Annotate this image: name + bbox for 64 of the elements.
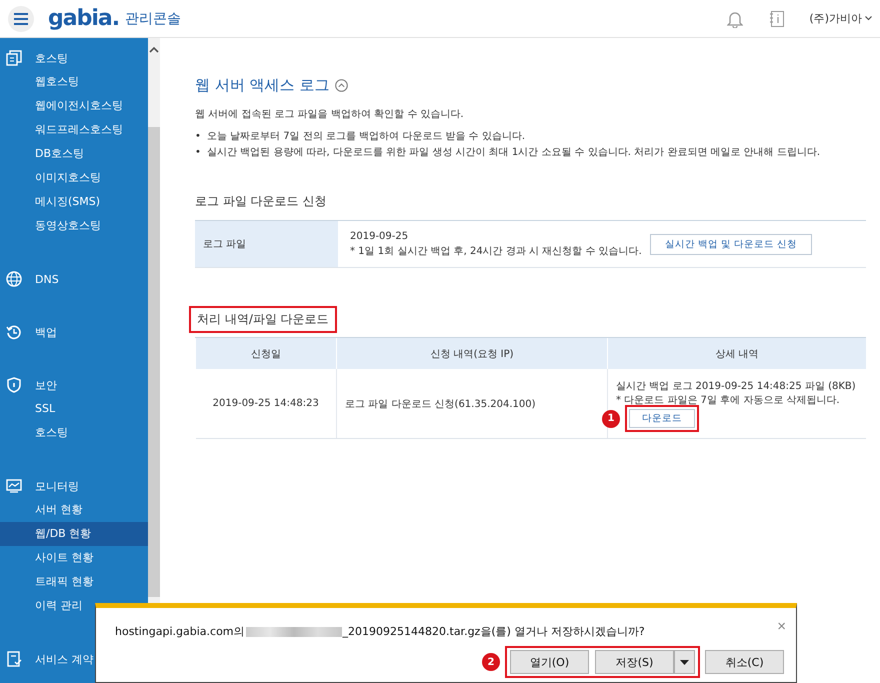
save-button[interactable]: 저장(S) <box>595 650 674 674</box>
caret-icon <box>680 660 689 664</box>
server-icon <box>6 50 22 66</box>
bullet-note: 오늘 날짜로부터 7일 전의 로그를 백업하여 다운로드 받을 수 있습니다. <box>206 130 526 144</box>
section-title: 처리 내역/파일 다운로드 <box>189 306 337 333</box>
chevron-down-icon <box>865 16 872 21</box>
page-title: 웹 서버 액세스 로그 <box>195 76 330 95</box>
sidebar-item[interactable]: 메시징(SMS) <box>0 190 148 214</box>
sidebar-group-title[interactable]: 서비스 계약 <box>35 652 94 666</box>
collapse-icon[interactable] <box>335 79 348 92</box>
sidebar-item[interactable]: SSL <box>0 397 148 421</box>
step-marker: 2 <box>482 653 500 671</box>
dialog-button[interactable]: 열기(O) <box>510 650 589 674</box>
dropdown-button[interactable] <box>674 650 695 674</box>
sidebar-item[interactable]: 웹호스팅 <box>0 70 148 94</box>
chevron-up-icon <box>149 46 159 53</box>
menu-icon <box>14 12 28 24</box>
backup-request-button[interactable]: 실시간 백업 및 다운로드 신청 <box>650 234 812 254</box>
document-icon <box>6 651 22 667</box>
request-date: 2019-09-25 <box>350 230 410 242</box>
sidebar-group-title[interactable]: 모니터링 <box>35 478 79 494</box>
sidebar-item[interactable]: 이미지호스팅 <box>0 166 148 190</box>
dialog-message: hostingapi.gabia.com의 <box>115 624 245 639</box>
sidebar-group-title[interactable]: DNS <box>35 272 59 286</box>
bell-icon[interactable] <box>727 10 744 28</box>
column-header: 신청일 <box>196 338 336 369</box>
detail-text: 실시간 백업 로그 2019-09-25 14:48:25 파일 (8KB) <box>616 380 857 394</box>
sidebar-group-title[interactable]: 백업 <box>35 324 57 340</box>
sidebar-item[interactable]: 사이트 현황 <box>0 546 148 570</box>
sidebar-item[interactable]: DB호스팅 <box>0 142 148 166</box>
dialog-message: _20190925144820.tar.gz을(를) 열거나 저장하시겠습니까? <box>342 624 645 639</box>
note-text: * 1일 1회 실시간 백업 후, 24시간 경과 시 재신청할 수 있습니다. <box>350 244 642 258</box>
sidebar-item[interactable]: 워드프레스호스팅 <box>0 118 148 142</box>
download-button[interactable]: 다운로드 <box>629 409 695 428</box>
info-book-icon[interactable] <box>769 10 786 28</box>
shield-icon <box>6 377 22 393</box>
sidebar-group-title[interactable]: 호스팅 <box>35 50 68 66</box>
history-icon <box>6 324 22 340</box>
menu-button[interactable] <box>8 6 34 32</box>
sidebar-item[interactable]: 트래픽 현황 <box>0 570 148 594</box>
globe-icon <box>6 271 22 287</box>
description: 웹 서버에 접속된 로그 파일을 백업하여 확인할 수 있습니다. <box>195 108 465 121</box>
sidebar-group-title[interactable]: 보안 <box>35 378 57 392</box>
account-menu[interactable]: (주)가비아 <box>801 11 872 26</box>
detail-note: * 다운로드 파일은 7일 후에 자동으로 삭제됩니다. <box>616 394 841 408</box>
bullet-note: 실시간 백업된 용량에 따라, 다운로드를 위한 파일 생성 시간이 최대 1시간 소요될 수 있습니다. 처리가 완료되면 메일로 안내해 드립니다. <box>206 146 820 160</box>
sidebar-item[interactable]: 서버 현황 <box>0 498 148 522</box>
section-title: 로그 파일 다운로드 신청 <box>195 193 328 210</box>
step-marker: 1 <box>602 410 620 428</box>
bullet: • <box>195 146 201 160</box>
sidebar-item[interactable]: 동영상호스팅 <box>0 214 148 238</box>
sidebar-item[interactable]: 웹에이전시호스팅 <box>0 94 148 118</box>
app-title: 관리콘솔 <box>125 10 182 28</box>
logo[interactable]: gabia. <box>48 6 120 31</box>
column-header: 상세 내역 <box>608 338 866 369</box>
close-button[interactable]: × <box>777 618 786 635</box>
column-header: 신청 내역(요청 IP) <box>336 338 608 369</box>
sidebar-item[interactable]: 웹/DB 현황 <box>0 522 148 546</box>
monitor-icon <box>6 478 22 494</box>
table-cell: 2019-09-25 14:48:23 <box>196 369 336 438</box>
row-header: 로그 파일 <box>195 221 338 267</box>
bullet: • <box>195 130 201 144</box>
sidebar-item[interactable]: 호스팅 <box>0 421 148 445</box>
cancel-button[interactable]: 취소(C) <box>705 650 784 674</box>
